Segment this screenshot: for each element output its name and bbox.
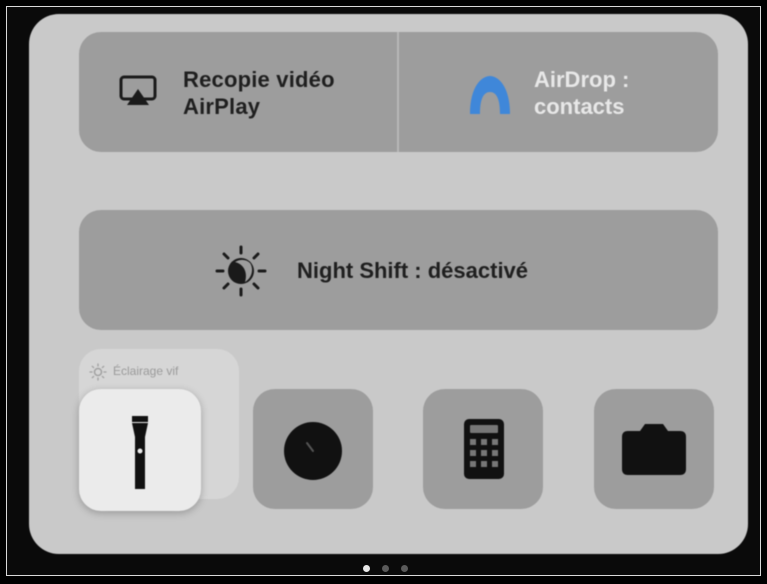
- connectivity-tile: Recopie vidéo AirPlay AirDrop : contacts: [79, 32, 718, 152]
- airdrop-icon: [470, 76, 510, 114]
- flashlight-icon: [132, 416, 148, 489]
- page-dot-2[interactable]: [382, 565, 389, 572]
- screen-border: Recopie vidéo AirPlay AirDrop : contacts: [6, 6, 761, 576]
- calculator-icon: [464, 419, 504, 479]
- airplay-label-line1: Recopie vidéo: [183, 67, 335, 92]
- airplay-label-line2: AirPlay: [183, 94, 261, 119]
- camera-button[interactable]: [594, 389, 714, 509]
- night-shift-button[interactable]: Night Shift : désactivé: [79, 210, 718, 330]
- page-indicator[interactable]: [355, 562, 415, 574]
- airplay-mirroring-button[interactable]: Recopie vidéo AirPlay: [79, 32, 397, 152]
- control-center-panel: Recopie vidéo AirPlay AirDrop : contacts: [29, 14, 748, 554]
- sun-icon: [89, 363, 107, 381]
- airdrop-button[interactable]: AirDrop : contacts: [399, 32, 718, 152]
- page-dot-3[interactable]: [401, 565, 408, 572]
- brightness-label: Éclairage vif: [113, 364, 179, 378]
- airplay-label: Recopie vidéo AirPlay: [183, 66, 335, 120]
- flashlight-button[interactable]: [79, 389, 201, 511]
- screen-frame: Recopie vidéo AirPlay AirDrop : contacts: [0, 0, 767, 584]
- calculator-button[interactable]: [423, 389, 543, 509]
- camera-icon: [622, 424, 686, 475]
- night-shift-label: Night Shift : désactivé: [297, 258, 529, 283]
- airdrop-label-line2: contacts: [534, 94, 625, 119]
- airdrop-label: AirDrop : contacts: [534, 66, 629, 120]
- clock-button[interactable]: [253, 389, 373, 509]
- airplay-screen-icon: [119, 75, 157, 105]
- clock-icon: [284, 422, 342, 480]
- page-dot-1[interactable]: [363, 565, 370, 572]
- airdrop-label-line1: AirDrop :: [534, 67, 630, 92]
- night-shift-sun-icon: [215, 245, 267, 297]
